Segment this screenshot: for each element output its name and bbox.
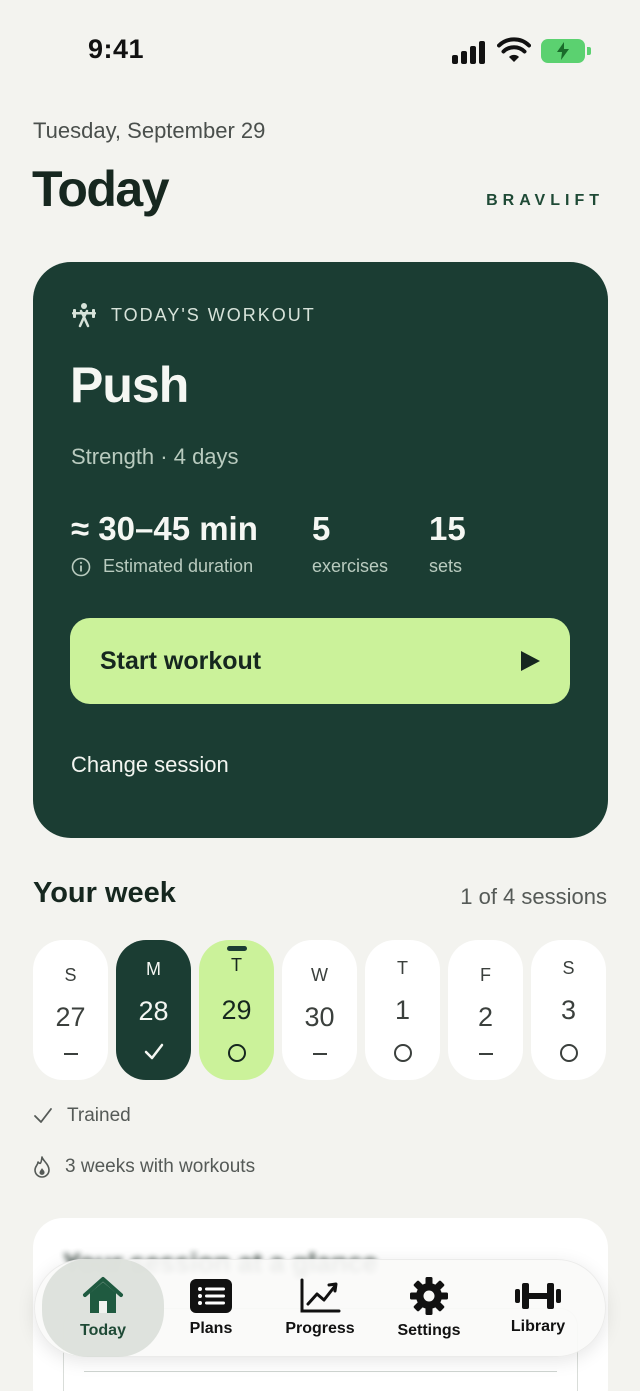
play-icon	[521, 651, 540, 671]
list-icon	[190, 1279, 232, 1313]
sets-stat: 15 sets	[429, 510, 466, 577]
week-title: Your week	[33, 877, 176, 909]
rest-dash-icon	[448, 1044, 523, 1055]
checkmark-icon	[34, 1108, 52, 1123]
legend-trained: Trained	[33, 1105, 131, 1127]
checkmark-icon	[144, 1043, 163, 1060]
planned-circle-icon	[365, 1044, 440, 1062]
day-name: W	[311, 965, 328, 985]
page-title: Today	[32, 161, 170, 217]
day-date: 3	[560, 995, 577, 1025]
workout-name: Push	[70, 357, 189, 413]
workout-subtitle: Strength · 4 days	[71, 444, 239, 469]
today-indicator	[227, 946, 247, 951]
todays-workout-card: TODAY'S WORKOUT Push Strength · 4 days ≈…	[33, 262, 608, 838]
planned-circle-icon	[199, 1044, 274, 1062]
day-saturday-3[interactable]: S 3	[531, 940, 606, 1080]
week-session-count: 1 of 4 sessions	[460, 884, 607, 909]
streak-label: 3 weeks with workouts	[65, 1156, 256, 1177]
status-time: 9:41	[88, 34, 145, 64]
duration-label: Estimated duration	[103, 556, 254, 576]
gear-icon	[410, 1277, 448, 1315]
day-name: T	[231, 955, 242, 975]
current-date: Tuesday, September 29	[33, 118, 266, 143]
day-date: 1	[394, 995, 411, 1025]
day-name: S	[64, 965, 77, 985]
week-day-strip: S 27 M 28 T 29 W 30 T 1 F 2 S 3	[33, 940, 608, 1080]
sets-value: 15	[429, 510, 466, 547]
tab-library[interactable]: Library	[488, 1259, 588, 1357]
day-tuesday-29[interactable]: T 29	[199, 940, 274, 1080]
start-workout-button[interactable]: Start workout	[70, 618, 570, 704]
exercises-label: exercises	[312, 556, 389, 576]
tab-today[interactable]: Today	[42, 1259, 164, 1357]
status-bar: 9:41	[0, 0, 640, 100]
duration-stat: ≈ 30–45 min Estimated duration	[71, 510, 258, 577]
wifi-icon	[497, 37, 531, 62]
tab-progress[interactable]: Progress	[270, 1259, 370, 1357]
day-date: 2	[477, 1002, 494, 1032]
brand-logo: BRAVLIFT	[486, 192, 604, 209]
day-name: F	[480, 965, 491, 985]
day-name: T	[397, 958, 408, 978]
weightlifter-icon	[72, 303, 96, 328]
workout-eyebrow: TODAY'S WORKOUT	[71, 302, 316, 328]
tab-settings[interactable]: Settings	[379, 1259, 479, 1357]
duration-label-row: Estimated duration	[71, 556, 258, 577]
planned-circle-icon	[531, 1044, 606, 1062]
day-wednesday-30[interactable]: W 30	[282, 940, 357, 1080]
start-workout-label: Start workout	[100, 646, 262, 675]
info-icon[interactable]	[71, 557, 91, 577]
tab-progress-label: Progress	[285, 1320, 355, 1337]
battery-icon	[541, 39, 591, 63]
tab-plans-label: Plans	[189, 1320, 233, 1337]
day-date: 28	[138, 996, 169, 1026]
flame-icon	[34, 1156, 50, 1178]
day-date: 27	[55, 1002, 86, 1032]
rest-dash-icon	[33, 1044, 108, 1055]
workout-eyebrow-label: TODAY'S WORKOUT	[111, 304, 316, 325]
tab-settings-label: Settings	[397, 1322, 461, 1339]
duration-value: ≈ 30–45 min	[71, 510, 258, 547]
exercises-value: 5	[312, 510, 331, 547]
day-date: 29	[221, 995, 252, 1025]
sets-label: sets	[429, 556, 463, 576]
day-date: 30	[304, 1002, 335, 1032]
day-name: S	[562, 958, 575, 978]
tab-plans[interactable]: Plans	[160, 1259, 262, 1357]
day-thursday-1[interactable]: T 1	[365, 940, 440, 1080]
tab-library-label: Library	[510, 1318, 566, 1335]
home-icon	[83, 1277, 123, 1313]
rest-dash-icon	[282, 1044, 357, 1055]
day-name: M	[146, 959, 161, 979]
legend-trained-label: Trained	[67, 1105, 131, 1126]
change-session-link[interactable]: Change session	[71, 752, 229, 778]
tab-bar: Today Plans Progress Settings Library	[34, 1259, 606, 1357]
dumbbell-icon	[515, 1283, 561, 1309]
streak-row: 3 weeks with workouts	[33, 1156, 255, 1178]
tab-today-label: Today	[80, 1322, 126, 1339]
chart-icon	[300, 1278, 341, 1313]
day-monday-28[interactable]: M 28	[116, 940, 191, 1080]
day-sunday-27[interactable]: S 27	[33, 940, 108, 1080]
exercises-stat: 5 exercises	[312, 510, 388, 577]
cellular-signal-icon	[452, 40, 488, 64]
day-friday-2[interactable]: F 2	[448, 940, 523, 1080]
